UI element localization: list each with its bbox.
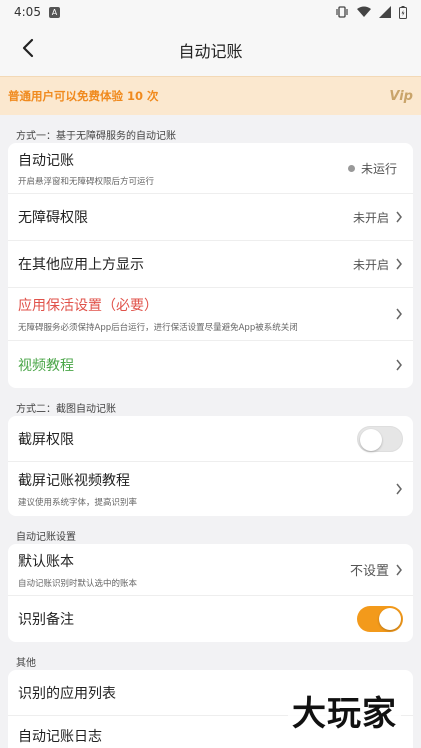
- section-header-settings: 自动记账设置: [16, 532, 76, 543]
- row-default-book[interactable]: 默认账本 自动记账识别时默认选中的账本 不设置: [8, 544, 413, 596]
- toggle-knob: [379, 608, 401, 630]
- auto-log-title: 自动记账日志: [18, 729, 102, 745]
- row-video-tutorial[interactable]: 视频教程: [8, 341, 413, 388]
- chevron-right-icon: [396, 258, 402, 270]
- row-keepalive-settings[interactable]: 应用保活设置（必要） 无障碍服务必须保持App后台运行，进行保活设置尽量避免Ap…: [8, 288, 413, 341]
- recognize-note-title: 识别备注: [18, 612, 74, 628]
- recognize-note-toggle[interactable]: [357, 606, 403, 632]
- status-time: 4:05: [14, 5, 41, 19]
- auto-bookkeeping-status: 未运行: [360, 161, 397, 176]
- accessibility-permission-value: 未开启: [352, 210, 389, 225]
- section-header-other: 其他: [16, 658, 36, 669]
- screenshot-video-sub: 建议使用系统字体，提高识别率: [18, 498, 138, 508]
- overlay-permission-title: 在其他应用上方显示: [18, 257, 144, 273]
- notification-icon: A: [48, 6, 60, 18]
- chevron-right-icon: [396, 308, 402, 320]
- default-book-sub: 自动记账识别时默认选中的账本: [18, 578, 138, 589]
- watermark-logo: 大玩家: [288, 686, 401, 735]
- page-title: 自动记账: [178, 42, 243, 61]
- battery-icon: [399, 5, 407, 19]
- signal-icon: [379, 6, 391, 18]
- card-screenshot: 截屏权限 截屏记账视频教程 建议使用系统字体，提高识别率: [8, 416, 413, 516]
- toggle-knob: [360, 428, 382, 451]
- section-header-screenshot: 方式二：截图自动记账: [16, 404, 116, 415]
- screenshot-permission-title: 截屏权限: [18, 431, 74, 448]
- default-book-title: 默认账本: [18, 553, 74, 570]
- vibrate-icon: [336, 6, 348, 18]
- chevron-right-icon: [396, 359, 402, 370]
- section-header-accessibility: 方式一：基于无障碍服务的自动记账: [16, 131, 176, 142]
- auto-bookkeeping-title: 自动记账: [18, 152, 74, 169]
- back-button[interactable]: [16, 36, 40, 60]
- row-auto-bookkeeping[interactable]: 自动记账 开启悬浮窗和无障碍权限后方可运行 未运行: [8, 143, 413, 194]
- chevron-right-icon: [396, 564, 402, 575]
- keepalive-title: 应用保活设置（必要）: [18, 298, 158, 314]
- trial-banner-text: 普通用户可以免费体验 10 次: [8, 89, 159, 103]
- app-bar: 自动记账: [0, 24, 421, 76]
- row-recognize-note[interactable]: 识别备注: [8, 596, 413, 642]
- card-settings: 默认账本 自动记账识别时默认选中的账本 不设置 识别备注: [8, 544, 413, 642]
- overlay-permission-value: 未开启: [352, 257, 389, 272]
- screenshot-video-title: 截屏记账视频教程: [18, 473, 130, 489]
- status-dot-icon: [347, 164, 355, 172]
- row-accessibility-permission[interactable]: 无障碍权限 未开启: [8, 194, 413, 241]
- recognized-apps-title: 识别的应用列表: [18, 685, 116, 702]
- keepalive-sub: 无障碍服务必须保持App后台运行，进行保活设置尽量避免App被系统关闭: [18, 323, 298, 333]
- row-overlay-permission[interactable]: 在其他应用上方显示 未开启: [8, 241, 413, 288]
- video-tutorial-title: 视频教程: [18, 357, 74, 374]
- wifi-icon: [357, 6, 371, 17]
- screenshot-permission-toggle[interactable]: [357, 425, 403, 452]
- row-screenshot-video[interactable]: 截屏记账视频教程 建议使用系统字体，提高识别率: [8, 462, 413, 516]
- chevron-right-icon: [396, 211, 402, 223]
- vip-icon: Vip: [389, 88, 413, 104]
- trial-banner[interactable]: 普通用户可以免费体验 10 次 Vip: [0, 76, 421, 115]
- accessibility-permission-title: 无障碍权限: [18, 210, 88, 226]
- default-book-value: 不设置: [349, 564, 389, 579]
- auto-bookkeeping-sub: 开启悬浮窗和无障碍权限后方可运行: [18, 176, 155, 187]
- chevron-right-icon: [396, 483, 402, 495]
- status-bar: 4:05 A: [0, 0, 421, 24]
- back-arrow-icon: [22, 38, 34, 58]
- card-accessibility: 自动记账 开启悬浮窗和无障碍权限后方可运行 未运行 无障碍权限 未开启 在其他应…: [8, 143, 413, 388]
- row-screenshot-permission[interactable]: 截屏权限: [8, 416, 413, 462]
